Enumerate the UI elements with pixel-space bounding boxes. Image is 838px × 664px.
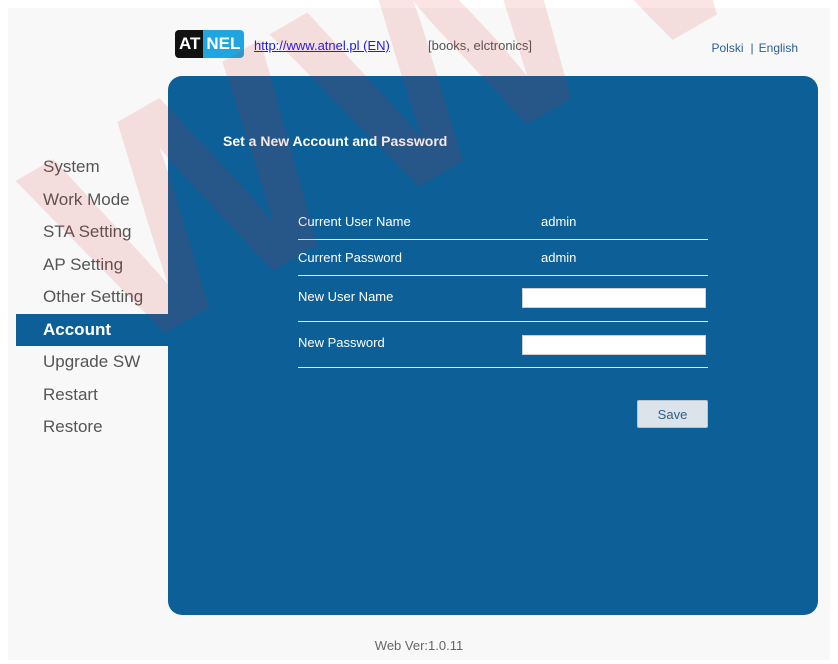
sidebar-item-restore[interactable]: Restore bbox=[16, 411, 168, 444]
lang-separator: | bbox=[750, 41, 754, 55]
save-button[interactable]: Save bbox=[637, 400, 708, 428]
sidebar-item-upgrade-sw[interactable]: Upgrade SW bbox=[16, 346, 168, 379]
new-user-label: New User Name bbox=[298, 289, 394, 304]
sidebar-item-ap-setting[interactable]: AP Setting bbox=[16, 249, 168, 282]
panel-title: Set a New Account and Password bbox=[223, 133, 448, 149]
new-password-row: New Password bbox=[298, 322, 708, 368]
header-note: [books, elctronics] bbox=[428, 38, 533, 53]
current-password-value: admin bbox=[541, 250, 577, 265]
sidebar-menu: System Work Mode STA Setting AP Setting … bbox=[16, 151, 168, 444]
atnel-link[interactable]: http://www.atnel.pl (EN) bbox=[254, 38, 390, 53]
header: AT NEL http://www.atnel.pl (EN) [books, … bbox=[175, 30, 815, 60]
new-password-label: New Password bbox=[298, 335, 385, 350]
sidebar-item-account[interactable]: Account bbox=[16, 313, 168, 346]
current-user-label: Current User Name bbox=[298, 214, 411, 229]
version-footer: Web Ver:1.0.11 bbox=[374, 638, 464, 653]
new-password-input[interactable] bbox=[522, 335, 706, 355]
sidebar-item-restart[interactable]: Restart bbox=[16, 379, 168, 412]
account-panel: Set a New Account and Password Current U… bbox=[168, 76, 818, 615]
current-password-label: Current Password bbox=[298, 250, 403, 265]
logo-nel: NEL bbox=[203, 30, 245, 58]
account-form: Current User Name admin Current Password… bbox=[298, 204, 708, 368]
language-switcher: Polski | English bbox=[712, 41, 799, 55]
lang-polski[interactable]: Polski bbox=[712, 41, 744, 55]
sidebar-item-work-mode[interactable]: Work Mode bbox=[16, 184, 168, 217]
new-user-name-input[interactable] bbox=[522, 288, 706, 308]
current-user-value: admin bbox=[541, 214, 577, 229]
atnel-logo: AT NEL bbox=[175, 30, 245, 58]
new-user-row: New User Name bbox=[298, 276, 708, 322]
sidebar-item-other-setting[interactable]: Other Setting bbox=[16, 281, 168, 314]
sidebar-item-system[interactable]: System bbox=[16, 151, 168, 184]
current-password-row: Current Password admin bbox=[298, 240, 708, 276]
sidebar-item-sta-setting[interactable]: STA Setting bbox=[16, 216, 168, 249]
current-user-row: Current User Name admin bbox=[298, 204, 708, 240]
lang-english[interactable]: English bbox=[759, 41, 798, 55]
logo-at: AT bbox=[175, 30, 204, 58]
